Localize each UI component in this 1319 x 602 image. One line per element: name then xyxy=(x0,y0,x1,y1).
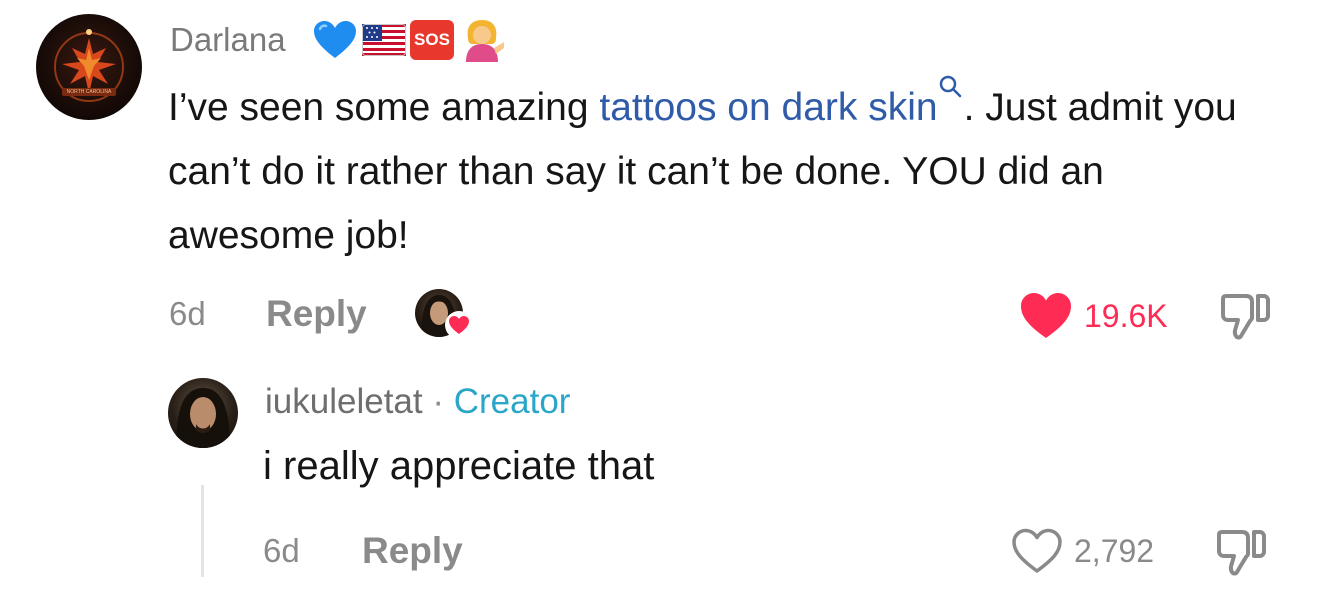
creator-label: Creator xyxy=(453,382,571,421)
creator-heart-badge xyxy=(445,311,473,339)
like-heart-outline-icon[interactable] xyxy=(1011,528,1063,574)
reply-reply-button[interactable]: Reply xyxy=(362,531,463,571)
sos-badge-label: SOS xyxy=(414,30,450,49)
comment-timestamp: 6d xyxy=(169,295,206,332)
comment-search-link[interactable]: tattoos on dark skin xyxy=(599,86,937,129)
comment-like-count: 19.6K xyxy=(1084,298,1168,334)
comment-text: I’ve seen some amazing tattoos on dark s… xyxy=(168,74,1278,268)
avatar-caption: NORTH CAROLINA xyxy=(66,89,112,95)
comment-reply-button[interactable]: Reply xyxy=(266,294,367,334)
creator-avatar[interactable] xyxy=(168,378,238,448)
reply-text: i really appreciate that xyxy=(263,444,655,488)
separator-dot: · xyxy=(432,382,444,421)
blue-heart-icon xyxy=(314,21,356,58)
person-tipping-hand-icon xyxy=(466,20,504,62)
phoenix-emblem-icon xyxy=(54,29,124,102)
us-flag-icon xyxy=(362,24,406,56)
reply-timestamp: 6d xyxy=(263,532,300,569)
username-badges: SOS xyxy=(312,18,506,62)
comment-text-part: I’ve seen some amazing xyxy=(168,86,600,129)
commenter-username[interactable]: Darlana xyxy=(170,18,286,62)
like-heart-filled-icon[interactable] xyxy=(1019,292,1073,340)
thread-line xyxy=(201,485,204,577)
reply-like-count: 2,792 xyxy=(1074,533,1155,569)
reply-header: iukuleletat · Creator xyxy=(265,380,570,424)
sos-badge-icon: SOS xyxy=(410,20,454,60)
search-icon[interactable] xyxy=(938,74,964,100)
thumbs-down-icon[interactable] xyxy=(1216,528,1268,578)
commenter-avatar[interactable]: NORTH CAROLINA xyxy=(36,14,142,120)
thumbs-down-icon[interactable] xyxy=(1220,292,1272,342)
creator-portrait-icon xyxy=(176,388,230,448)
heart-icon xyxy=(449,316,469,334)
reply-username[interactable]: iukuleletat xyxy=(265,382,423,421)
